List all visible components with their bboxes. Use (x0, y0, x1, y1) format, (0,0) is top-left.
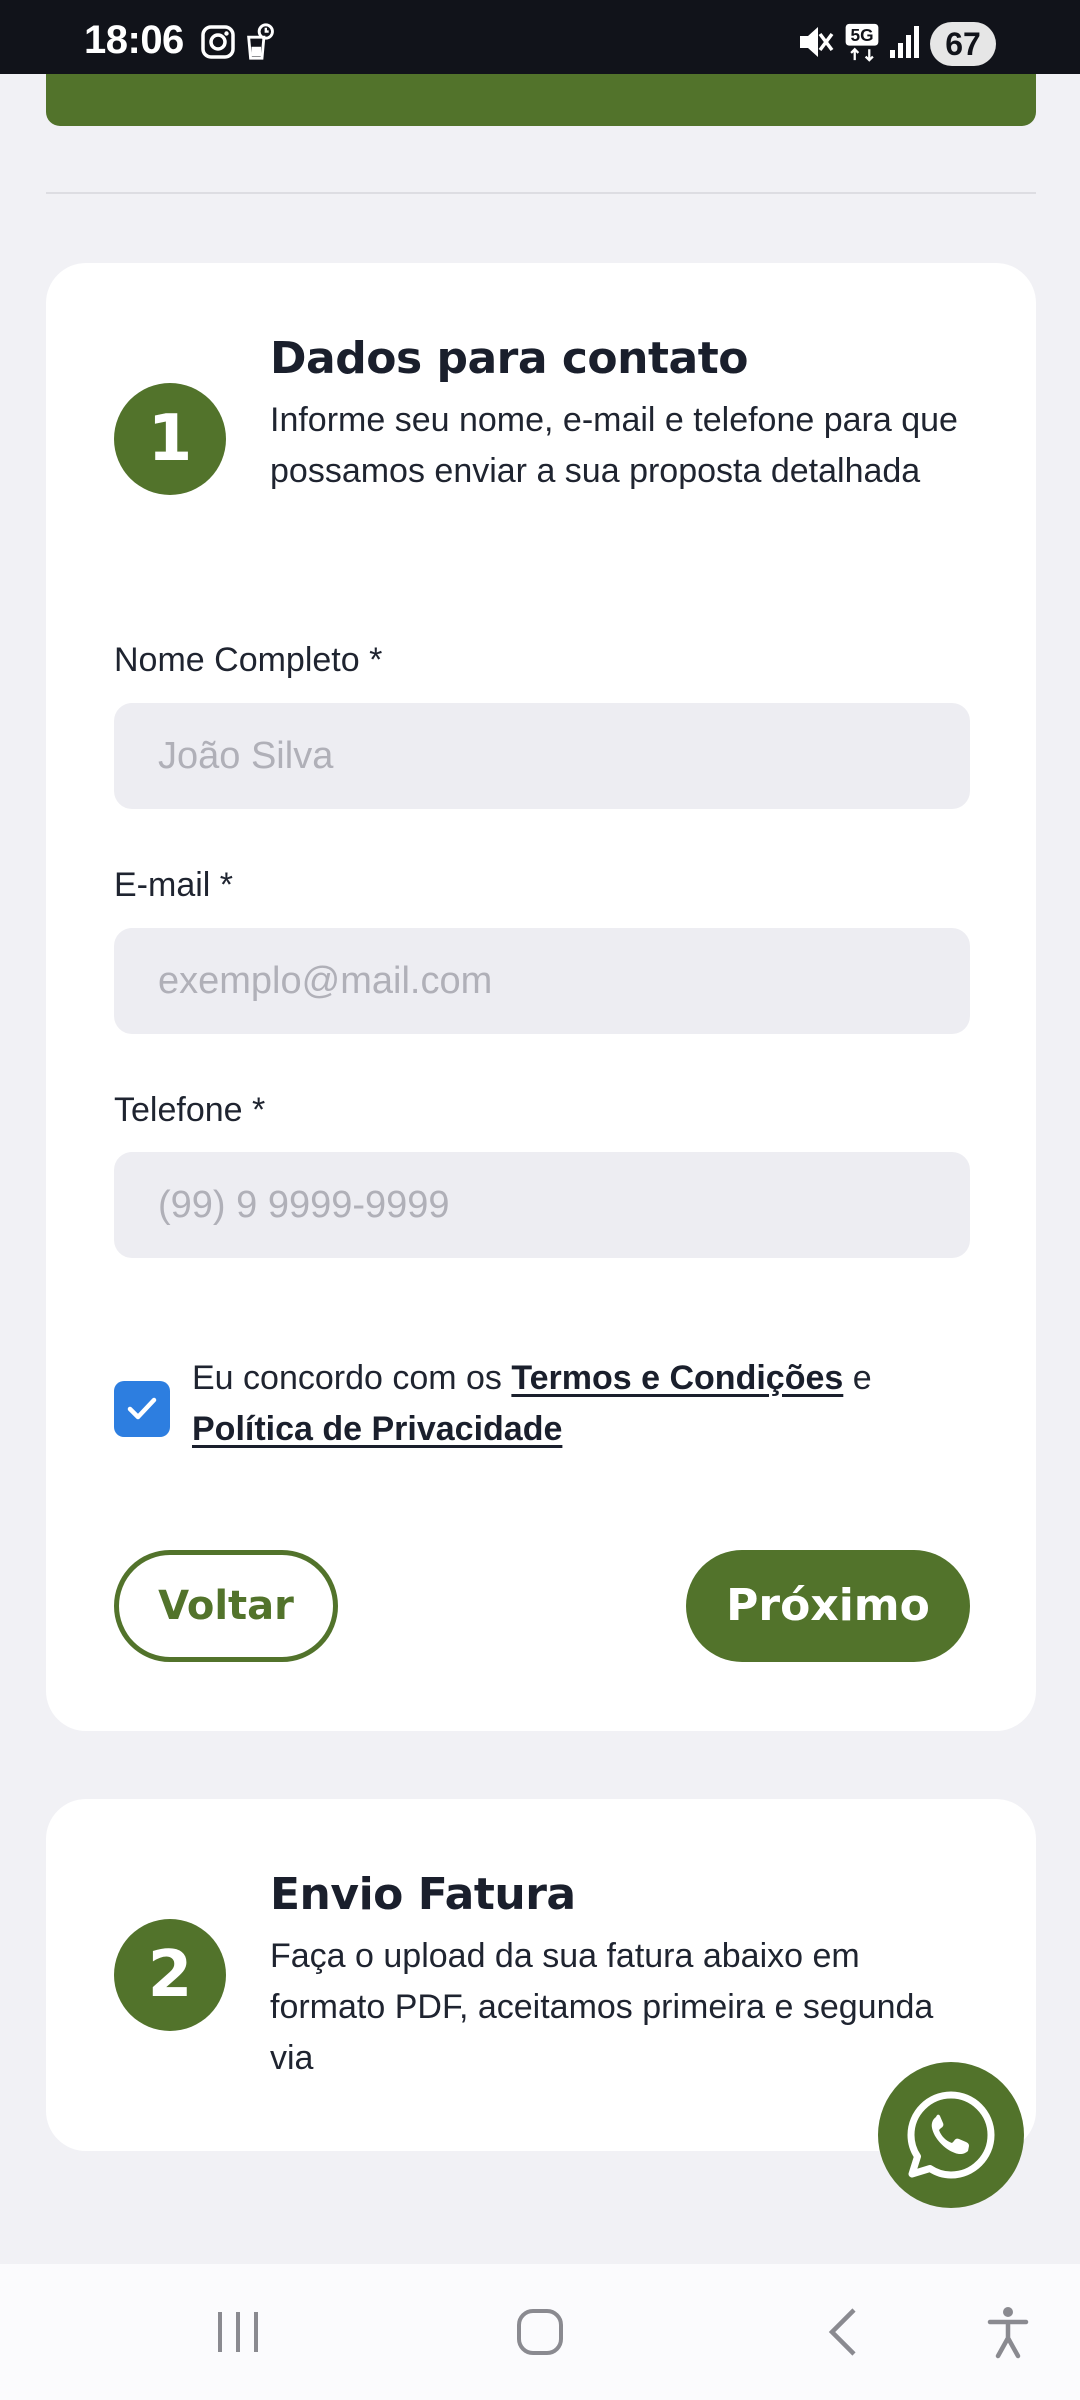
network-5g-icon: 5G (845, 23, 879, 62)
terms-checkbox[interactable] (114, 1381, 170, 1437)
status-time: 18:06 (84, 18, 184, 62)
step-2-badge: 2 (114, 1919, 226, 2031)
phone-label: Telefone * (114, 1091, 266, 1129)
phone-input[interactable] (114, 1152, 970, 1258)
status-bar: 18:06 5G 67 (0, 0, 1080, 74)
name-label: Nome Completo * (114, 641, 383, 679)
navigation-bar (0, 2264, 1080, 2400)
back-button[interactable]: Voltar (114, 1550, 338, 1662)
accessibility-icon[interactable] (984, 2304, 1032, 2360)
recent-apps-icon[interactable] (214, 2304, 262, 2360)
consent-middle: e (843, 1359, 872, 1397)
consent-prefix: Eu concordo com os (192, 1359, 512, 1397)
svg-text:5G: 5G (850, 25, 873, 45)
privacy-link[interactable]: Política de Privacidade (192, 1410, 562, 1448)
email-input[interactable] (114, 928, 970, 1034)
email-label: E-mail * (114, 866, 234, 904)
check-icon (127, 1397, 157, 1420)
whatsapp-button[interactable] (878, 2062, 1024, 2208)
signal-icon (890, 26, 919, 58)
battery-icon: 67 (930, 22, 996, 66)
step-1-badge: 1 (114, 383, 226, 495)
mute-icon (800, 27, 834, 57)
instagram-icon (201, 25, 235, 59)
step-2-description: Faça o upload da sua fatura abaixo em fo… (270, 1937, 934, 2077)
step-1-title: Dados para contato (270, 333, 748, 384)
whatsapp-icon (907, 2091, 995, 2179)
step-2-title: Envio Fatura (270, 1869, 576, 1920)
contact-step-card: 1 Dados para contato Informe seu nome, e… (46, 263, 1036, 1731)
section-divider (46, 192, 1036, 194)
consent-text: Eu concordo com os Termos e Condições e … (192, 1353, 992, 1455)
step-1-description: Informe seu nome, e-mail e telefone para… (270, 401, 958, 490)
next-button[interactable]: Próximo (686, 1550, 970, 1662)
name-input[interactable] (114, 703, 970, 809)
terms-link[interactable]: Termos e Condições (511, 1359, 843, 1397)
home-icon[interactable] (514, 2304, 566, 2360)
top-banner (46, 74, 1036, 126)
alarm-icon (247, 23, 274, 60)
back-icon[interactable] (820, 2304, 868, 2360)
